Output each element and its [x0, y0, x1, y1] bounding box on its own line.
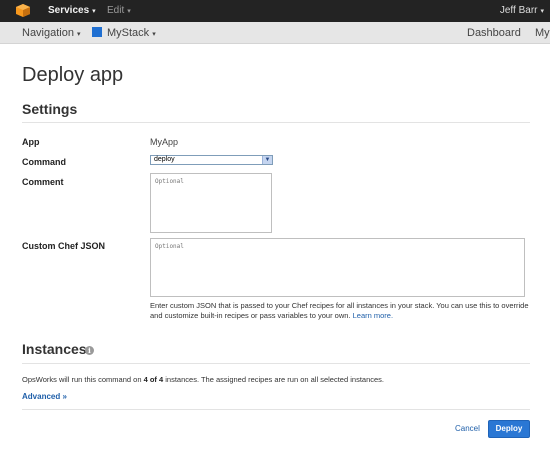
top-navigation-bar: Services ▾ Edit ▾ Jeff Barr ▾ [0, 0, 550, 22]
actions-divider [22, 409, 530, 410]
aws-cube-logo-icon[interactable] [16, 4, 30, 17]
custom-json-help-text: Enter custom JSON that is passed to your… [150, 301, 530, 321]
instances-text-before: OpsWorks will run this command on [22, 375, 144, 384]
comment-label: Comment [22, 177, 64, 187]
command-selected-value: deploy [154, 156, 175, 163]
chevron-down-icon: ▾ [127, 8, 131, 15]
instances-count: 4 of 4 [143, 375, 164, 384]
comment-textarea[interactable] [150, 173, 272, 233]
chevron-down-icon: ▾ [76, 31, 81, 38]
custom-chef-json-label: Custom Chef JSON [22, 241, 106, 251]
navigation-label: Navigation [22, 27, 74, 39]
instances-summary: OpsWorks will run this command on 4 of 4… [22, 375, 384, 384]
chevron-down-icon: ▾ [92, 8, 96, 15]
page-title: Deploy app [22, 64, 124, 86]
instances-divider [22, 363, 530, 364]
help-text: Enter custom JSON that is passed to your… [150, 301, 529, 320]
edit-menu[interactable]: Edit ▾ [107, 0, 131, 22]
dashboard-link[interactable]: Dashboard [467, 22, 521, 44]
edit-label: Edit [107, 5, 125, 16]
instances-text-after: instances. The assigned recipes are run … [163, 375, 384, 384]
user-menu[interactable]: Jeff Barr ▾ [500, 0, 544, 22]
app-value: MyApp [150, 137, 179, 147]
stack-selector[interactable]: MyStack ▾ [92, 22, 156, 44]
navigation-menu[interactable]: Navigation ▾ [22, 22, 81, 44]
command-label: Command [22, 157, 67, 167]
stack-label: MyStack [107, 27, 150, 39]
deploy-button[interactable]: Deploy [488, 420, 530, 438]
opsworks-navigation-bar: Navigation ▾ MyStack ▾ Dashboard My [0, 22, 550, 44]
custom-chef-json-textarea[interactable] [150, 238, 525, 297]
app-label: App [22, 137, 40, 147]
user-name: Jeff Barr [499, 5, 538, 16]
my-link[interactable]: My [535, 22, 550, 44]
advanced-link[interactable]: Advanced » [22, 392, 67, 401]
command-select[interactable]: deploy ▼ [150, 155, 273, 165]
instances-heading: Instances [22, 341, 87, 357]
learn-more-link[interactable]: Learn more. [353, 311, 393, 320]
chevron-down-icon: ▾ [152, 31, 156, 38]
cancel-link[interactable]: Cancel [455, 424, 480, 433]
settings-divider [22, 122, 530, 123]
services-label: Services [48, 5, 90, 16]
info-icon[interactable]: i [85, 346, 94, 355]
chevron-down-icon: ▾ [540, 8, 544, 15]
settings-heading: Settings [22, 101, 78, 117]
chevron-down-icon[interactable]: ▼ [262, 156, 272, 164]
services-menu[interactable]: Services ▾ [48, 0, 96, 22]
stack-color-icon [92, 27, 102, 37]
